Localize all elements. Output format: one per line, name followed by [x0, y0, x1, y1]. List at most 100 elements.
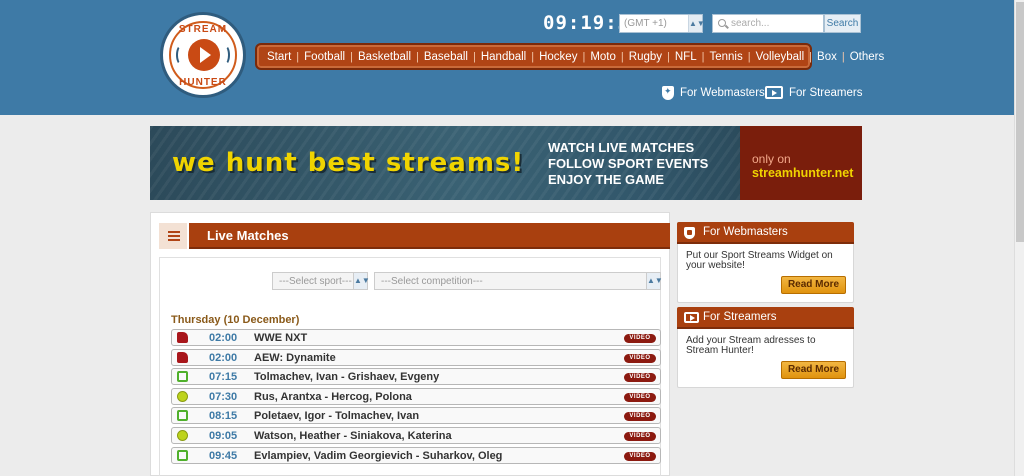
match-row[interactable]: 02:00 AEW: Dynamite VIDEO [171, 348, 661, 366]
nav-item-handball[interactable]: Handball [481, 51, 526, 63]
select-arrow-icon: ▲▼ [646, 273, 663, 289]
match-row[interactable]: 09:05 Watson, Heather - Siniakova, Kateri… [171, 426, 661, 444]
banner-line-2: FOLLOW SPORT EVENTS [548, 156, 709, 171]
nav-item-box[interactable]: Box [817, 51, 837, 63]
nav-item-volleyball[interactable]: Volleyball [756, 51, 805, 63]
nav-separator: | [841, 50, 845, 63]
logo-right-waves [220, 45, 230, 65]
nav-item-rugby[interactable]: Rugby [629, 51, 662, 63]
live-matches-title: Live Matches [207, 228, 289, 243]
tv-icon [765, 86, 783, 99]
tv-icon [177, 410, 188, 422]
webmasters-box-header: For Webmasters [677, 222, 854, 244]
logo-bottom-text: HUNTER [179, 77, 227, 88]
match-row[interactable]: 07:15 Tolmachev, Ivan - Grishaev, Evgeny V… [171, 368, 661, 386]
nav-item-football[interactable]: Football [304, 51, 345, 63]
match-time: 07:15 [209, 371, 238, 384]
match-time: 08:15 [209, 410, 238, 423]
nav-item-hockey[interactable]: Hockey [539, 51, 577, 63]
match-time: 09:05 [209, 429, 238, 442]
streamers-box-title: For Streamers [703, 311, 777, 323]
banner-site: streamhunter.net [752, 166, 854, 180]
boxing-glove-icon [177, 332, 188, 343]
sport-select[interactable]: ---Select sport--- ▲▼ [272, 272, 370, 290]
match-name[interactable]: Tolmachev, Ivan - Grishaev, Evgeny [254, 371, 439, 383]
nav-item-others[interactable]: Others [850, 51, 885, 63]
match-name[interactable]: WWE NXT [254, 332, 307, 344]
main-nav: Start | Football | Basketball | Baseball | Handb… [255, 43, 884, 70]
banner-slogan: we hunt best streams! [172, 148, 525, 178]
nav-item-baseball[interactable]: Baseball [424, 51, 468, 63]
live-matches-panel: Live Matches ---Select sport--- ▲▼ ---Se… [150, 212, 670, 476]
webmasters-box-text: Put our Sport Streams Widget on your web… [686, 250, 833, 271]
match-name[interactable]: AEW: Dynamite [254, 352, 336, 364]
day-heading: Thursday (10 December) [171, 314, 300, 326]
logo-left-waves [176, 45, 186, 65]
match-time: 02:00 [209, 332, 238, 344]
match-name[interactable]: Evlampiev, Vadim Georgievich - Suharkov,… [254, 450, 502, 462]
competition-select-value: ---Select competition--- [381, 276, 483, 287]
boxing-glove-icon [177, 351, 188, 363]
select-arrow-icon: ▲▼ [688, 15, 705, 32]
logo-top-text: STREAM [178, 24, 228, 35]
streamers-link[interactable]: For Streamers [765, 86, 863, 99]
competition-select[interactable]: ---Select competition--- ▲▼ [374, 272, 663, 290]
video-badge[interactable]: VIDEO [624, 373, 656, 383]
search-input[interactable]: search... [712, 14, 824, 33]
search-placeholder: search... [731, 18, 770, 29]
live-matches-header: Live Matches [159, 223, 670, 249]
video-badge[interactable]: VIDEO [624, 353, 656, 363]
nav-separator: | [296, 50, 300, 63]
tv-icon [177, 449, 188, 461]
search-button[interactable]: Search [824, 14, 861, 33]
nav-item-tennis[interactable]: Tennis [709, 51, 742, 63]
streamers-read-more-button[interactable]: Read More [781, 361, 846, 379]
video-badge[interactable]: VIDEO [624, 392, 656, 402]
nav-item-basketball[interactable]: Basketball [358, 51, 411, 63]
banner-lines: WATCH LIVE MATCHES FOLLOW SPORT EVENTS E… [548, 140, 708, 188]
nav-item-nfl[interactable]: NFL [675, 51, 697, 63]
site-header: STREAM HUNTER 09:19:33 (GMT +1) ▲▼ searc… [0, 0, 1014, 115]
video-badge[interactable]: VIDEO [624, 431, 656, 441]
match-row[interactable]: 07:30 Rus, Arantxa - Hercog, Polona VIDEO [171, 387, 661, 405]
streamers-box: For Streamers Add your Stream adresses t… [677, 307, 854, 388]
banner-site-box: only on streamhunter.net [740, 126, 862, 200]
menu-icon[interactable] [159, 223, 189, 249]
nav-separator: | [701, 50, 705, 63]
nav-separator: | [809, 50, 813, 63]
nav-item-moto[interactable]: Moto [590, 51, 616, 63]
webmasters-link-label: For Webmasters [680, 87, 765, 99]
match-name[interactable]: Watson, Heather - Siniakova, Katerina [254, 430, 452, 442]
banner-line-3: ENJOY THE GAME [548, 172, 665, 187]
webmasters-read-more-button[interactable]: Read More [781, 276, 846, 294]
video-badge[interactable]: VIDEO [624, 451, 656, 461]
scrollbar-thumb[interactable] [1016, 2, 1024, 242]
match-time: 02:00 [209, 351, 238, 364]
shield-icon [662, 86, 674, 100]
match-row[interactable]: 08:15 Poletaev, Igor - Tolmachev, Ivan VID… [171, 407, 661, 425]
nav-separator: | [472, 50, 476, 63]
webmasters-box: For Webmasters Put our Sport Streams Wid… [677, 222, 854, 303]
promo-banner[interactable]: we hunt best streams! WATCH LIVE MATCHES… [150, 126, 862, 200]
video-badge[interactable]: VIDEO [624, 412, 656, 422]
nav-item-start[interactable]: Start [267, 51, 291, 63]
tennis-ball-icon [177, 429, 188, 441]
match-row[interactable]: 09:45 Evlampiev, Vadim Georgievich - Suha… [171, 446, 661, 464]
shield-icon [684, 227, 695, 239]
tv-icon [177, 371, 188, 383]
video-badge[interactable]: VIDEO [624, 334, 656, 343]
streamers-box-text: Add your Stream adresses to Stream Hunte… [686, 335, 816, 356]
match-row[interactable]: 02:00 WWE NXT VIDEO [171, 329, 661, 346]
match-name[interactable]: Rus, Arantxa - Hercog, Polona [254, 391, 412, 403]
nav-separator: | [667, 50, 670, 63]
webmasters-box-title: For Webmasters [703, 226, 788, 238]
nav-separator: | [350, 50, 353, 63]
site-logo[interactable]: STREAM HUNTER [160, 12, 246, 98]
webmasters-link[interactable]: For Webmasters [662, 86, 765, 100]
banner-only-on: only on [752, 152, 791, 166]
match-list: 02:00 WWE NXT VIDEO 02:00 AEW: Dynamite VIDEO… [171, 329, 661, 466]
scrollbar[interactable] [1014, 0, 1024, 476]
timezone-select[interactable]: (GMT +1) ▲▼ [619, 14, 705, 33]
match-name[interactable]: Poletaev, Igor - Tolmachev, Ivan [254, 410, 419, 422]
nav-separator: | [620, 50, 624, 63]
